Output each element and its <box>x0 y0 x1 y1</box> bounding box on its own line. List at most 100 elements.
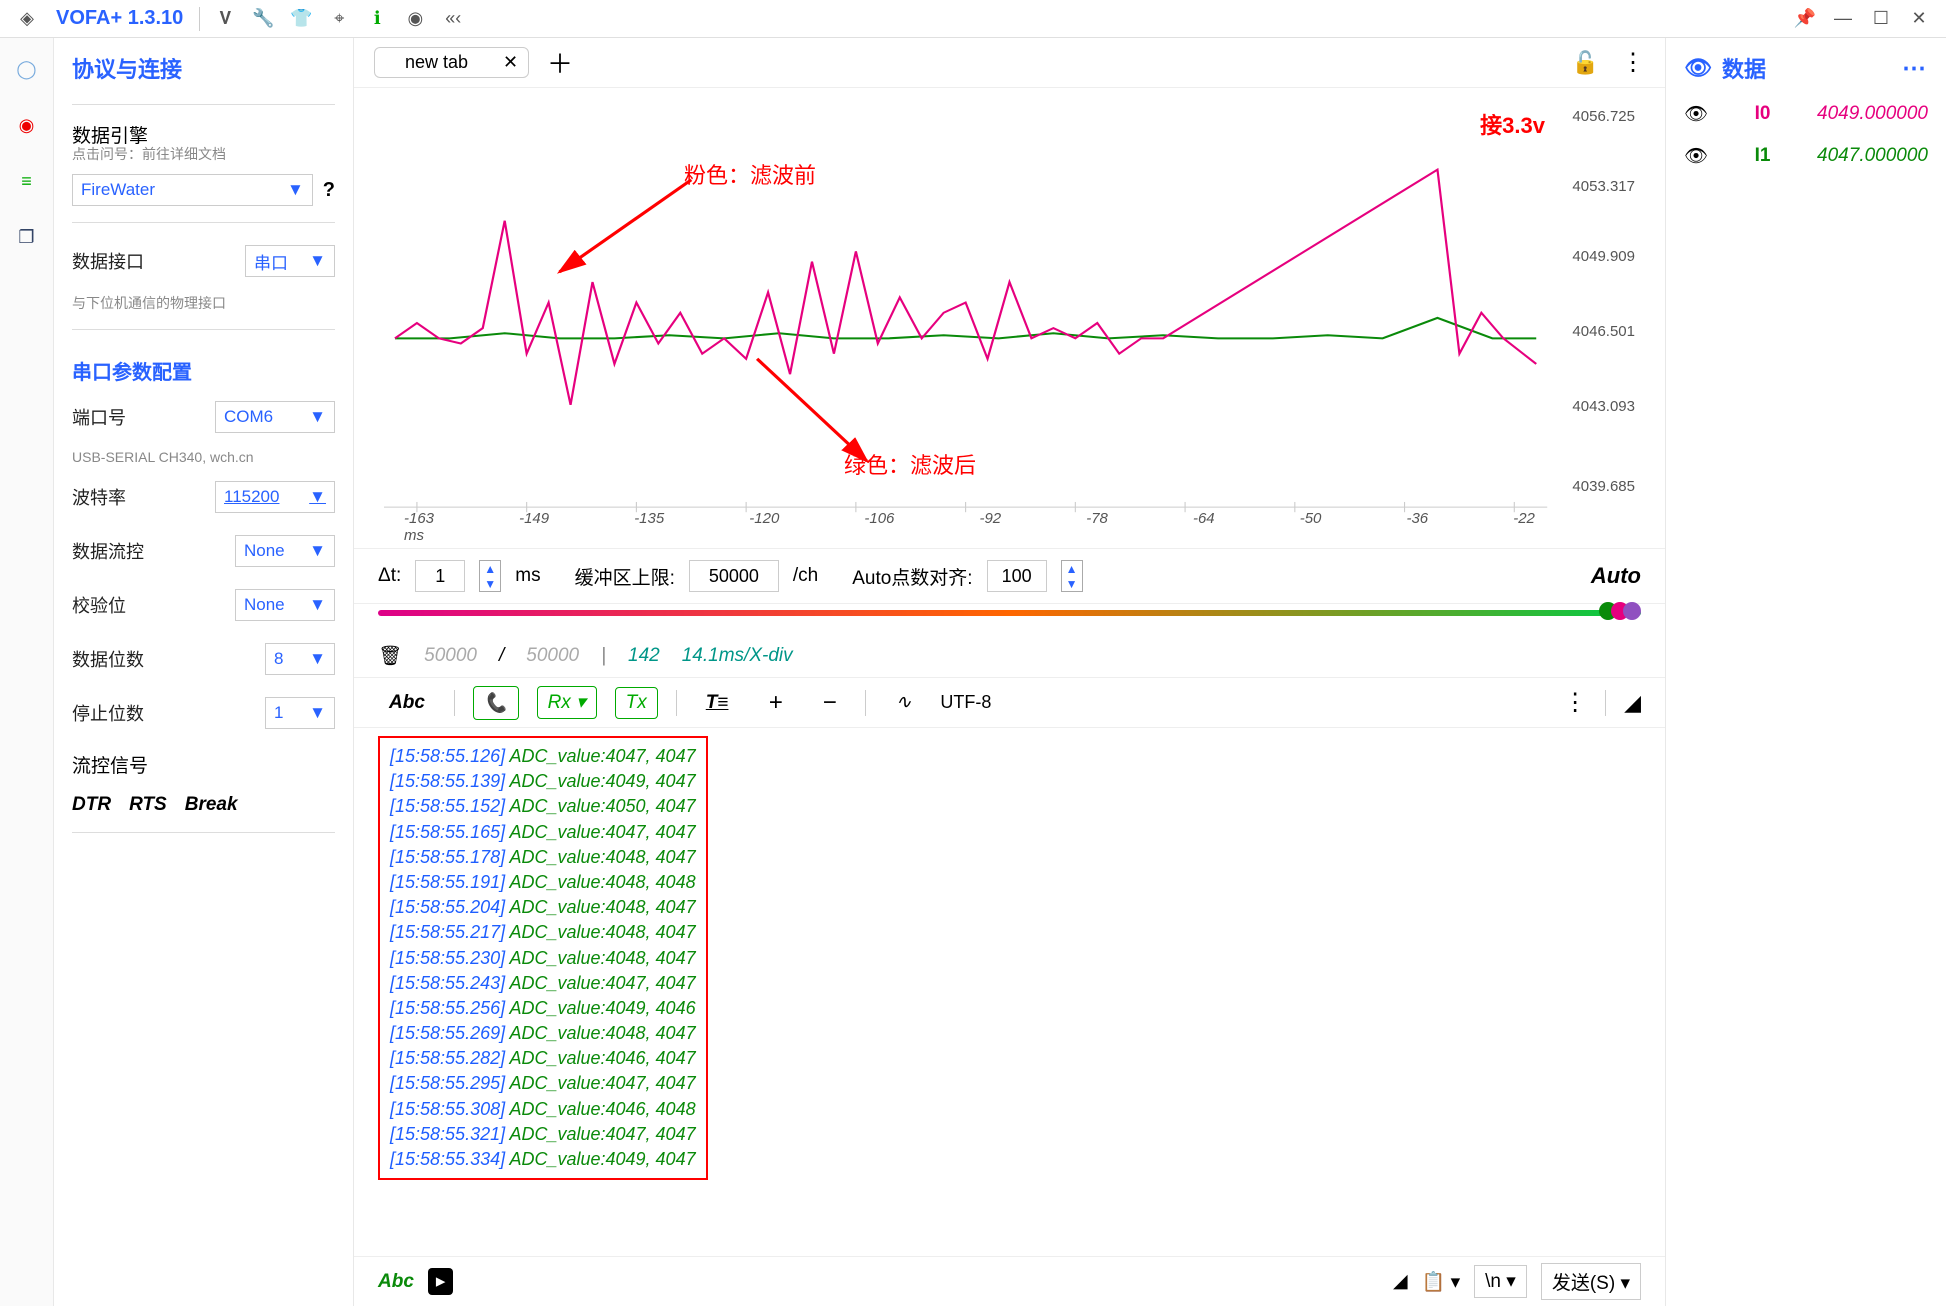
iface-select[interactable]: 串口▼ <box>245 245 335 277</box>
console-line: [15:58:55.308] ADC_value:4046, 4048 <box>390 1097 696 1122</box>
minimize-icon[interactable]: — <box>1828 4 1858 34</box>
serial-section-title: 串口参数配置 <box>72 356 335 385</box>
minus-icon[interactable]: − <box>811 684 847 722</box>
control-bar: Δt: ▲▼ ms 缓冲区上限: /ch Auto点数对齐: ▲▼ Auto <box>354 548 1665 604</box>
x-axis-labels: -163ms -149-135 -120-106 -92-78 -64-50 -… <box>384 510 1555 544</box>
data-row[interactable]: 👁I14047.000000 <box>1684 144 1928 168</box>
collapse-icon[interactable]: «‹ <box>438 4 468 34</box>
send-newline-select[interactable]: \n ▾ <box>1474 1265 1527 1298</box>
send-button[interactable]: 发送(S) ▾ <box>1541 1263 1641 1300</box>
plus-icon[interactable]: + <box>757 684 793 722</box>
send-bar: Abc ▸ ◢ 📋 ▾ \n ▾ 发送(S) ▾ <box>354 1256 1665 1306</box>
align-input[interactable] <box>987 560 1047 592</box>
break-toggle[interactable]: Break <box>185 794 238 816</box>
console-line: [15:58:55.295] ADC_value:4047, 4047 <box>390 1071 696 1096</box>
rail-menu-icon[interactable]: ≡ <box>10 164 44 198</box>
chart-area[interactable]: 粉色：滤波前 绿色：滤波后 接3.3v 4056.725 4053.317 40… <box>354 88 1665 548</box>
info-bar: 🗑 50000 / 50000 | 142 14.1ms/X-div <box>354 634 1665 678</box>
port-hint: USB-SERIAL CH340, wch.cn <box>72 449 335 465</box>
console-line: [15:58:55.178] ADC_value:4048, 4047 <box>390 845 696 870</box>
app-title: VOFA+ 1.3.10 <box>56 7 183 30</box>
buf-input[interactable] <box>689 560 779 592</box>
engine-help-icon[interactable]: ? <box>323 179 335 202</box>
console-menu-icon[interactable]: ⋮ <box>1563 688 1587 717</box>
send-eraser-icon[interactable]: ◢ <box>1393 1270 1408 1293</box>
close-icon[interactable]: ✕ <box>1904 4 1934 34</box>
unlock-icon[interactable]: 🔓 <box>1572 50 1599 76</box>
parity-select[interactable]: None▼ <box>235 589 335 621</box>
left-rail: ◯ ◉ ≡ ❐ <box>0 38 54 1306</box>
right-menu-icon[interactable]: ⋯ <box>1902 54 1928 83</box>
engine-select[interactable]: FireWater▼ <box>72 174 313 206</box>
info-icon[interactable]: ℹ <box>362 4 392 34</box>
port-select[interactable]: COM6▼ <box>215 401 335 433</box>
flowsig-label: 流控信号 <box>72 751 335 778</box>
send-abc-toggle[interactable]: Abc <box>378 1271 414 1293</box>
align-stepper[interactable]: ▲▼ <box>1061 560 1083 592</box>
rts-toggle[interactable]: RTS <box>129 794 167 816</box>
content: new tab ✕ ＋ 🔓 ⋮ <box>354 38 1666 1306</box>
console-line: [15:58:55.269] ADC_value:4048, 4047 <box>390 1021 696 1046</box>
databits-label: 数据位数 <box>72 646 144 672</box>
timeline-slider[interactable] <box>354 604 1665 634</box>
right-panel: 👁 数据 ⋯ 👁I04049.000000👁I14047.000000 <box>1666 38 1946 1306</box>
info-cur: 50000 <box>424 645 477 667</box>
rail-circle-icon[interactable]: ◯ <box>10 52 44 86</box>
auto-button[interactable]: Auto <box>1591 563 1641 589</box>
sidebar: 协议与连接 数据引擎 点击问号：前往详细文档 FireWater▼ ? 数据接口… <box>54 38 354 1306</box>
trash-icon[interactable]: 🗑 <box>378 644 402 668</box>
target-icon[interactable]: ⌖ <box>324 4 354 34</box>
dt-input[interactable] <box>415 560 465 592</box>
info-pts: 142 <box>628 645 660 667</box>
shirt-icon[interactable]: 👕 <box>286 4 316 34</box>
annot-volt: 接3.3v <box>1480 108 1545 140</box>
dtr-toggle[interactable]: DTR <box>72 794 111 816</box>
maximize-icon[interactable]: ☐ <box>1866 4 1896 34</box>
tab-new[interactable]: new tab ✕ <box>374 47 529 78</box>
annot-green: 绿色：滤波后 <box>844 448 976 480</box>
console-line: [15:58:55.165] ADC_value:4047, 4047 <box>390 820 696 845</box>
align-label: Auto点数对齐: <box>852 563 972 590</box>
flow-select[interactable]: None▼ <box>235 535 335 567</box>
parity-label: 校验位 <box>72 592 126 618</box>
tx-toggle[interactable]: Tx <box>615 687 658 719</box>
send-list-icon[interactable]: 📋 ▾ <box>1422 1270 1460 1294</box>
flow-label: 数据流控 <box>72 538 144 564</box>
console-line: [15:58:55.126] ADC_value:4047, 4047 <box>390 744 696 769</box>
wave-icon[interactable]: ∿ <box>884 686 922 719</box>
annot-pink: 粉色：滤波前 <box>684 158 816 190</box>
stopbits-label: 停止位数 <box>72 700 144 726</box>
send-term-icon[interactable]: ▸ <box>428 1268 454 1295</box>
dt-stepper[interactable]: ▲▼ <box>479 560 501 592</box>
console-body[interactable]: [15:58:55.126] ADC_value:4047, 4047 [15:5… <box>354 728 1665 1256</box>
titlebar: ◈ VOFA+ 1.3.10 𝐕 🔧 👕 ⌖ ℹ ◉ «‹ 📌 — ☐ ✕ <box>0 0 1946 38</box>
pin-icon[interactable]: 📌 <box>1790 4 1820 34</box>
iface-hint: 与下位机通信的物理接口 <box>72 293 335 313</box>
fingerprint-icon[interactable]: ◉ <box>400 4 430 34</box>
console-line: [15:58:55.230] ADC_value:4048, 4047 <box>390 946 696 971</box>
sidebar-header: 协议与连接 <box>72 52 335 84</box>
baud-label: 波特率 <box>72 484 126 510</box>
wrench-icon[interactable]: 🔧 <box>248 4 278 34</box>
databits-select[interactable]: 8▼ <box>265 643 335 675</box>
console-line: [15:58:55.204] ADC_value:4048, 4047 <box>390 895 696 920</box>
tab-menu-icon[interactable]: ⋮ <box>1621 48 1645 77</box>
data-row[interactable]: 👁I04049.000000 <box>1684 102 1928 126</box>
right-title: 数据 <box>1722 52 1766 84</box>
tab-add-icon[interactable]: ＋ <box>547 44 573 81</box>
stopbits-select[interactable]: 1▼ <box>265 697 335 729</box>
console-line: [15:58:55.256] ADC_value:4049, 4046 <box>390 996 696 1021</box>
rail-copy-icon[interactable]: ❐ <box>10 220 44 254</box>
eraser-icon[interactable]: ◢ <box>1624 690 1641 716</box>
buf-label: 缓冲区上限: <box>575 563 675 590</box>
v-icon[interactable]: 𝐕 <box>210 4 240 34</box>
rx-toggle[interactable]: Rx ▾ <box>537 686 597 719</box>
info-xdiv: 14.1ms/X-div <box>682 645 793 667</box>
baud-select[interactable]: 115200▼ <box>215 481 335 513</box>
tab-close-icon[interactable]: ✕ <box>503 52 518 73</box>
text-format-icon[interactable]: T≡ <box>695 687 740 719</box>
abc-toggle[interactable]: Abc <box>378 687 436 719</box>
rail-record-icon[interactable]: ◉ <box>10 108 44 142</box>
phone-icon[interactable]: 📞 <box>473 686 519 720</box>
console-line: [15:58:55.282] ADC_value:4046, 4047 <box>390 1046 696 1071</box>
